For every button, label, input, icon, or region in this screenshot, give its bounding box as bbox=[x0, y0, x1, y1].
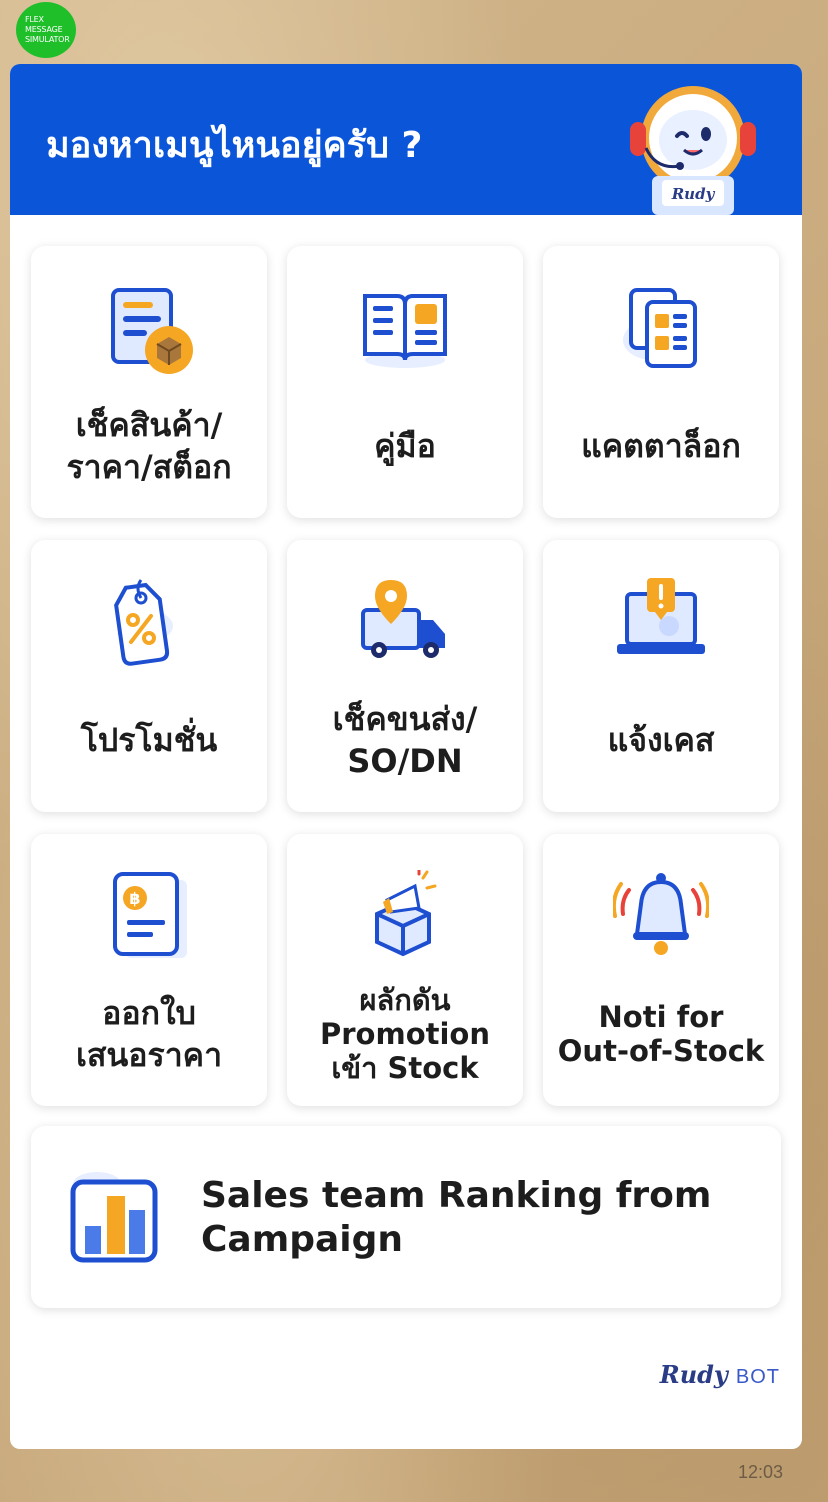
badge-line: FLEX bbox=[25, 15, 44, 24]
menu-item-noti-out-of-stock[interactable]: Noti for Out-of-Stock bbox=[543, 834, 779, 1106]
menu-item-check-product[interactable]: เช็คสินค้า/ ราคา/สต็อก bbox=[31, 246, 267, 518]
delivery-truck-location-icon bbox=[361, 580, 445, 658]
menu-item-check-delivery[interactable]: เช็คขนส่ง/ SO/DN bbox=[287, 540, 523, 812]
discount-tag-icon bbox=[114, 579, 173, 666]
svg-text:฿: ฿ bbox=[129, 889, 140, 908]
menu-item-label: คู่มือ bbox=[374, 427, 436, 465]
header-title: มองหาเมนูไหนอยู่ครับ ? bbox=[46, 125, 423, 166]
message-timestamp: 12:03 bbox=[738, 1462, 784, 1482]
menu-item-promotion[interactable]: โปรโมชั่น bbox=[31, 540, 267, 812]
menu-item-label: แคตตาล็อก bbox=[581, 427, 741, 465]
menu-item-label: แจ้งเคส bbox=[607, 721, 715, 759]
sales-ranking-label: Sales team Ranking from Campaign bbox=[201, 1175, 712, 1260]
laptop-alert-icon bbox=[617, 578, 705, 654]
brand-name: Rudy bbox=[659, 1360, 728, 1389]
menu-item-label: ออกใบ เสนอราคา bbox=[75, 994, 223, 1074]
mascot-label: Rudy bbox=[671, 185, 716, 203]
catalog-pages-icon bbox=[623, 288, 697, 368]
ringing-bell-icon bbox=[613, 873, 709, 955]
menu-item-report-case[interactable]: แจ้งเคส bbox=[543, 540, 779, 812]
brand-suffix: BOT bbox=[735, 1366, 780, 1388]
rudy-bot-brand: Rudy BOT bbox=[660, 1360, 780, 1389]
menu-item-quotation[interactable]: ฿ ออกใบ เสนอราคา bbox=[31, 834, 267, 1106]
megaphone-box-icon bbox=[375, 870, 437, 957]
menu-item-label: เช็คขนส่ง/ SO/DN bbox=[332, 700, 478, 780]
flex-message-card: มองหาเมนูไหนอยู่ครับ ? Rudy เช็คสินค้า/ … bbox=[10, 64, 802, 1449]
menu-item-label: โปรโมชั่น bbox=[80, 721, 218, 759]
rudy-mascot-icon: Rudy bbox=[630, 86, 756, 215]
menu-item-push-promotion[interactable]: ผลักดัน Promotion เข้า Stock bbox=[287, 834, 523, 1106]
bar-chart-icon bbox=[70, 1172, 158, 1263]
menu-item-label: เช็คสินค้า/ ราคา/สต็อก bbox=[66, 406, 232, 486]
menu-item-manual[interactable]: คู่มือ bbox=[287, 246, 523, 518]
menu-item-catalog[interactable]: แคตตาล็อก bbox=[543, 246, 779, 518]
badge-line: SIMULATOR bbox=[25, 35, 70, 44]
open-book-icon bbox=[363, 294, 447, 368]
menu-item-label: ผลักดัน Promotion เข้า Stock bbox=[320, 983, 490, 1085]
badge-line: MESSAGE bbox=[25, 25, 63, 34]
quotation-document-icon: ฿ bbox=[113, 872, 187, 958]
card-header: มองหาเมนูไหนอยู่ครับ ? Rudy bbox=[10, 64, 802, 215]
flex-simulator-badge: FLEX MESSAGE SIMULATOR bbox=[16, 2, 76, 58]
product-box-document-icon bbox=[111, 288, 193, 374]
menu-item-label: Noti for Out-of-Stock bbox=[557, 1000, 765, 1068]
menu-grid: เช็คสินค้า/ ราคา/สต็อก คู่มือ แคตตาล็อก … bbox=[31, 246, 779, 1106]
menu-item-sales-ranking[interactable]: Sales team Ranking from Campaign bbox=[31, 1126, 781, 1308]
